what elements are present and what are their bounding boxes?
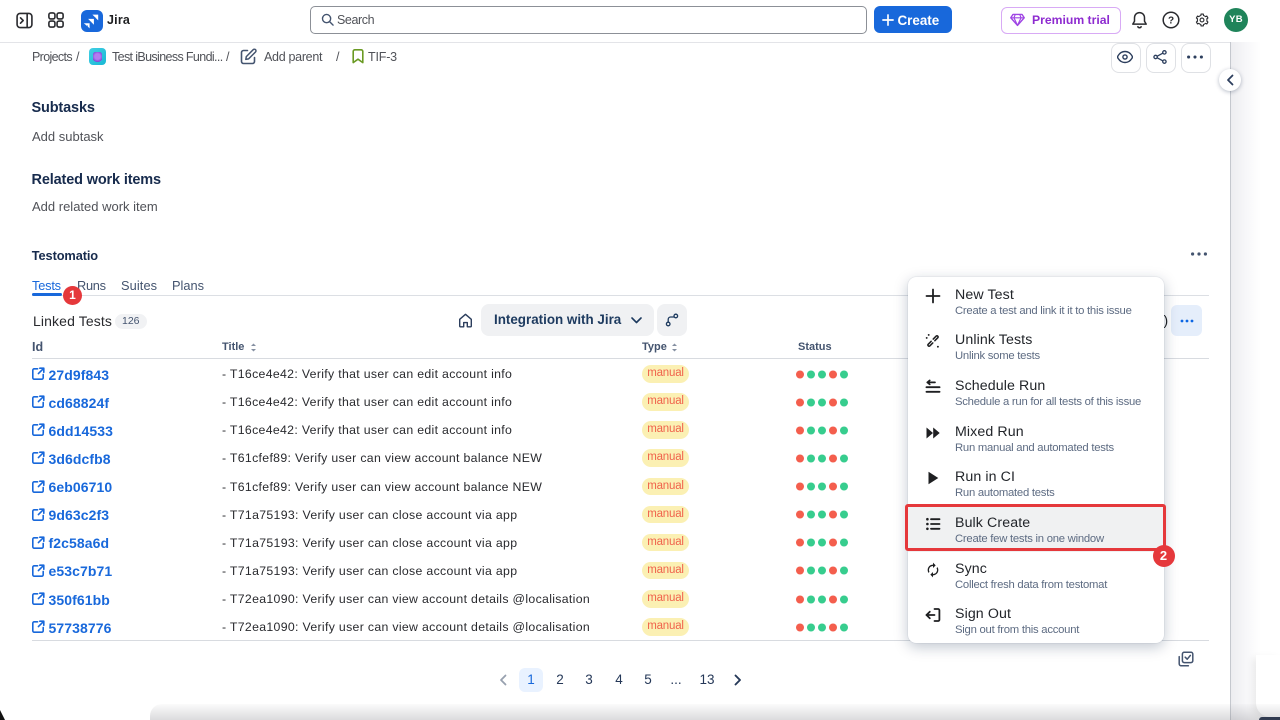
svg-text:?: ? [1168,16,1174,27]
